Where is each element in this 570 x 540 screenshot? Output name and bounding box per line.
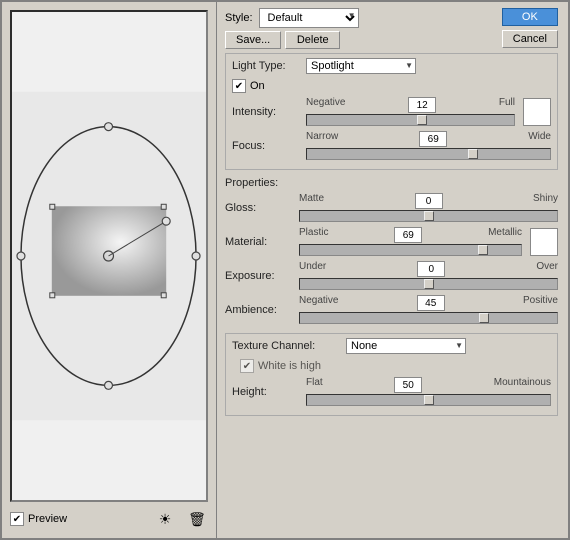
right-panel: Style: Default Save... Delete OK Cancel bbox=[217, 2, 568, 538]
light-type-row: Light Type: Spotlight bbox=[232, 58, 551, 74]
on-checkmark-icon: ✔ bbox=[235, 81, 243, 92]
gloss-label: Gloss: bbox=[225, 202, 295, 214]
intensity-value[interactable] bbox=[408, 97, 436, 113]
gloss-matte-label: Matte bbox=[299, 193, 324, 209]
texture-channel-row: Texture Channel: None bbox=[232, 338, 551, 354]
material-metallic-label: Metallic bbox=[488, 227, 522, 243]
gloss-shiny-label: Shiny bbox=[533, 193, 558, 209]
exposure-row: Exposure: Under Over bbox=[225, 261, 558, 290]
style-select[interactable]: Default bbox=[259, 8, 359, 28]
height-mountainous-label: Mountainous bbox=[494, 377, 551, 393]
white-high-checkmark: ✔ bbox=[243, 361, 251, 372]
preview-checkbox-row[interactable]: ✔ Preview bbox=[10, 512, 67, 526]
ambience-positive-label: Positive bbox=[523, 295, 558, 311]
height-labels: Flat Mountainous bbox=[306, 377, 551, 393]
ambience-label: Ambience: bbox=[225, 304, 295, 316]
light-type-label: Light Type: bbox=[232, 60, 302, 72]
gloss-slider[interactable] bbox=[299, 210, 558, 222]
style-row: Style: Default bbox=[225, 8, 496, 28]
intensity-labels: Negative Full bbox=[306, 97, 515, 113]
gloss-value[interactable] bbox=[415, 193, 443, 209]
gloss-row: Gloss: Matte Shiny bbox=[225, 193, 558, 222]
exposure-slider-group: Under Over bbox=[299, 261, 558, 290]
left-panel: ✔ Preview ☀ 🗑 bbox=[2, 2, 217, 538]
material-labels: Plastic Metallic bbox=[299, 227, 522, 243]
bottom-bar: ✔ Preview ☀ 🗑 bbox=[10, 502, 208, 530]
exposure-label: Exposure: bbox=[225, 270, 295, 282]
bulb-icon[interactable]: ☀ bbox=[154, 508, 176, 530]
save-button[interactable]: Save... bbox=[225, 31, 281, 49]
checkmark-icon: ✔ bbox=[13, 514, 21, 525]
preview-label: Preview bbox=[28, 513, 67, 525]
focus-label: Focus: bbox=[232, 140, 302, 152]
focus-value[interactable] bbox=[419, 131, 447, 147]
material-value[interactable] bbox=[394, 227, 422, 243]
height-slider-group: Flat Mountainous bbox=[306, 377, 551, 406]
intensity-slider[interactable] bbox=[306, 114, 515, 126]
height-row: Height: Flat Mountainous bbox=[232, 377, 551, 406]
gloss-labels: Matte Shiny bbox=[299, 193, 558, 209]
on-checkbox[interactable]: ✔ bbox=[232, 79, 246, 93]
intensity-full-label: Full bbox=[499, 97, 515, 113]
exposure-value[interactable] bbox=[417, 261, 445, 277]
focus-slider-group: Narrow Wide bbox=[306, 131, 551, 160]
texture-channel-label: Texture Channel: bbox=[232, 340, 342, 352]
texture-section: Texture Channel: None ✔ White is high He… bbox=[225, 333, 558, 416]
material-label: Material: bbox=[225, 236, 295, 248]
intensity-label: Intensity: bbox=[232, 106, 302, 118]
focus-slider[interactable] bbox=[306, 148, 551, 160]
ambience-row: Ambience: Negative Positive bbox=[225, 295, 558, 324]
trash-icon[interactable]: 🗑 bbox=[186, 508, 208, 530]
style-select-wrapper[interactable]: Default bbox=[259, 8, 359, 28]
properties-section: Properties: Gloss: Matte Shiny Material: bbox=[225, 177, 558, 329]
white-high-checkbox[interactable]: ✔ bbox=[240, 359, 254, 373]
cancel-button[interactable]: Cancel bbox=[502, 30, 558, 48]
exposure-labels: Under Over bbox=[299, 261, 558, 277]
texture-channel-select-wrapper[interactable]: None bbox=[346, 338, 466, 354]
ambience-negative-label: Negative bbox=[299, 295, 338, 311]
save-delete-row: Save... Delete bbox=[225, 31, 496, 49]
light-type-select-wrapper[interactable]: Spotlight bbox=[306, 58, 416, 74]
height-value[interactable] bbox=[394, 377, 422, 393]
height-flat-label: Flat bbox=[306, 377, 323, 393]
focus-labels: Narrow Wide bbox=[306, 131, 551, 147]
intensity-slider-group: Negative Full bbox=[306, 97, 515, 126]
exposure-under-label: Under bbox=[299, 261, 326, 277]
material-row: Material: Plastic Metallic bbox=[225, 227, 558, 256]
height-slider[interactable] bbox=[306, 394, 551, 406]
exposure-over-label: Over bbox=[536, 261, 558, 277]
height-label: Height: bbox=[232, 386, 302, 398]
on-label: On bbox=[250, 80, 265, 92]
material-slider-group: Plastic Metallic bbox=[299, 227, 522, 256]
material-slider[interactable] bbox=[299, 244, 522, 256]
material-color-swatch[interactable] bbox=[530, 228, 558, 256]
ambience-value[interactable] bbox=[417, 295, 445, 311]
texture-channel-select[interactable]: None bbox=[346, 338, 466, 354]
style-label: Style: bbox=[225, 12, 253, 24]
white-high-row: ✔ White is high bbox=[240, 359, 551, 373]
ok-button[interactable]: OK bbox=[502, 8, 558, 26]
focus-row: Focus: Narrow Wide bbox=[232, 131, 551, 160]
preview-checkbox[interactable]: ✔ bbox=[10, 512, 24, 526]
ambience-labels: Negative Positive bbox=[299, 295, 558, 311]
focus-wide-label: Wide bbox=[528, 131, 551, 147]
intensity-negative-label: Negative bbox=[306, 97, 345, 113]
gloss-slider-group: Matte Shiny bbox=[299, 193, 558, 222]
dialog: ✔ Preview ☀ 🗑 Style: Default bbox=[0, 0, 570, 540]
white-high-label: White is high bbox=[258, 360, 321, 372]
intensity-row: Intensity: Negative Full bbox=[232, 97, 551, 126]
light-type-select[interactable]: Spotlight bbox=[306, 58, 416, 74]
intensity-color-swatch[interactable] bbox=[523, 98, 551, 126]
on-checkbox-row[interactable]: ✔ On bbox=[232, 79, 551, 93]
preview-canvas bbox=[10, 10, 208, 502]
delete-button[interactable]: Delete bbox=[285, 31, 340, 49]
properties-title: Properties: bbox=[225, 177, 558, 189]
ambience-slider-group: Negative Positive bbox=[299, 295, 558, 324]
material-plastic-label: Plastic bbox=[299, 227, 328, 243]
exposure-slider[interactable] bbox=[299, 278, 558, 290]
light-type-section: Light Type: Spotlight ✔ On Intensity: bbox=[225, 53, 558, 170]
ambience-slider[interactable] bbox=[299, 312, 558, 324]
focus-narrow-label: Narrow bbox=[306, 131, 338, 147]
